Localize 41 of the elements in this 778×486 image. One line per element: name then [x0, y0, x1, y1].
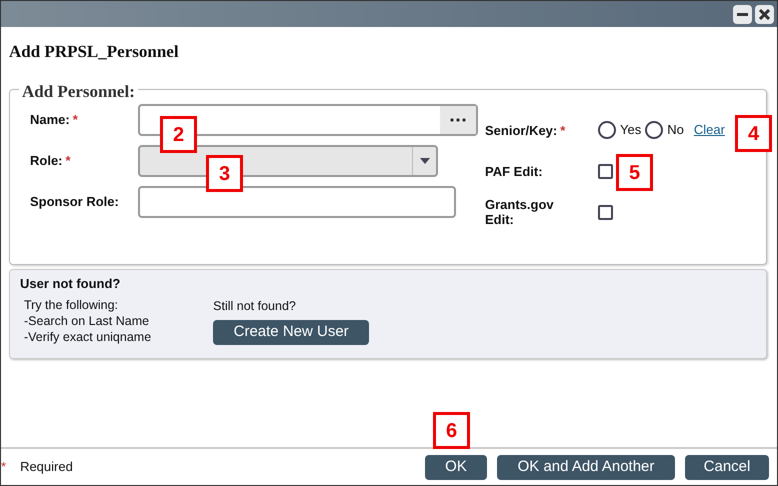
help-text: -Search on Last Name [24, 313, 150, 329]
dialog-title: Add PRPSL_Personnel [9, 41, 180, 63]
help-text: -Verify exact uniqname [24, 329, 152, 345]
input-field[interactable] [138, 186, 456, 218]
create-user-button[interactable]: Create New User [213, 320, 370, 345]
radio-label[interactable]: Yes [620, 120, 642, 140]
checkbox[interactable] [598, 164, 613, 178]
radio-label[interactable]: No [667, 120, 684, 140]
checkbox[interactable] [598, 204, 613, 220]
field-label: PAF Edit: [485, 164, 544, 178]
field-label: Role: [30, 153, 62, 168]
minimize-button[interactable] [733, 4, 752, 24]
callout-number: 3 [206, 155, 243, 192]
field-label: Name: [30, 112, 70, 128]
close-icon [759, 8, 770, 20]
dropdown-caret-icon [420, 158, 430, 164]
close-button[interactable] [755, 4, 774, 24]
radio-button[interactable] [645, 121, 664, 139]
ellipsis-icon [450, 118, 466, 122]
required-asterisk: * [72, 112, 78, 128]
required-legend: Required [20, 457, 73, 477]
help-text: Still not found? [213, 298, 296, 315]
callout-number: 2 [160, 116, 197, 153]
required-asterisk: * [560, 122, 566, 138]
required-asterisk: * [66, 153, 71, 168]
lookup-button[interactable] [440, 106, 476, 134]
cancel-button[interactable]: Cancel [685, 454, 769, 480]
help-title: User not found? [20, 274, 122, 292]
field-label: Sponsor Role: [29, 193, 120, 212]
minimize-icon [737, 12, 748, 16]
field-label: Senior/Key: [485, 122, 558, 138]
ok-button[interactable]: OK [425, 454, 487, 480]
radio-button[interactable] [598, 121, 616, 139]
field-label: Grants.gov Edit: [485, 197, 555, 227]
callout-number: 4 [735, 115, 772, 152]
ok-add-another-button[interactable]: OK and Add Another [497, 454, 675, 480]
clear-link[interactable]: Clear [694, 120, 725, 140]
required-asterisk: * [1, 458, 6, 476]
callout-number: 5 [616, 154, 653, 191]
help-text: Try the following: [24, 297, 120, 313]
callout-number: 6 [433, 412, 470, 449]
